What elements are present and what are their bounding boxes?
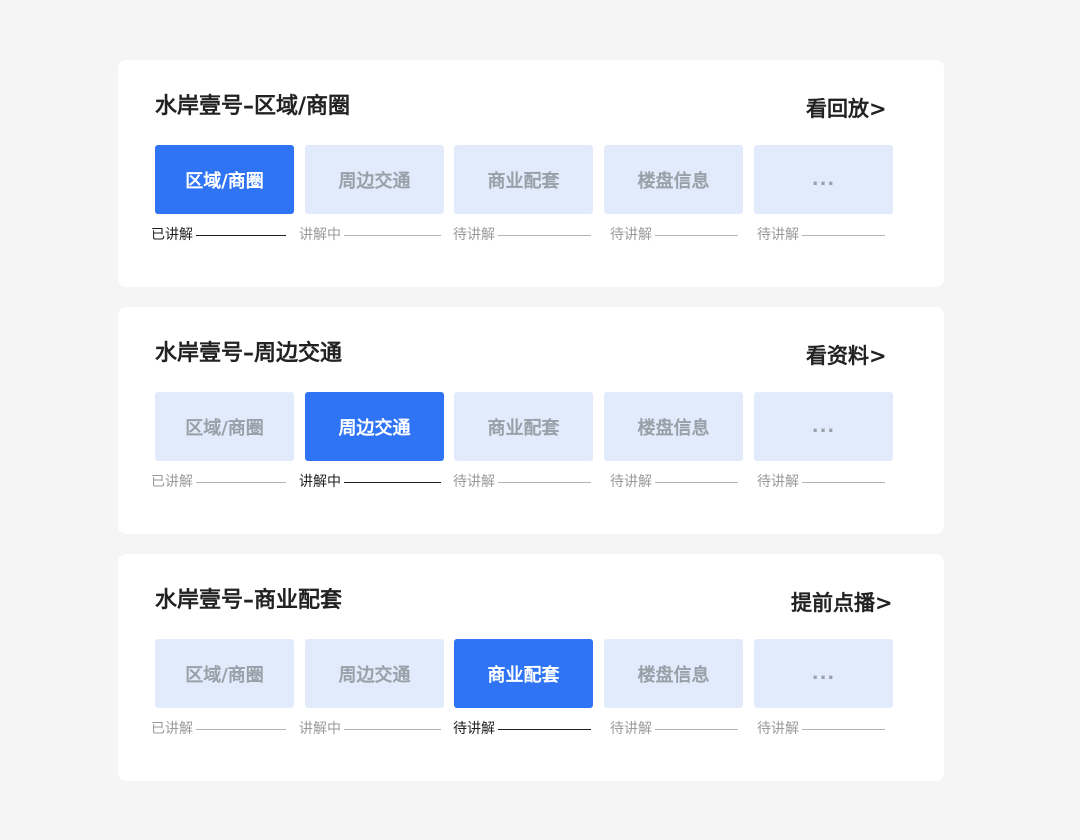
section-title: 水岸壹号–周边交通 [155,341,343,366]
tab-area[interactable]: 区域/商圈 [155,392,294,461]
status-line [655,234,738,236]
replay-link[interactable]: 看回放> [806,94,887,124]
section-card-area: 水岸壹号–区域/商圈 看回放> 区域/商圈 周边交通 商业配套 楼盘信息 ...… [118,60,944,287]
section-card-transport: 水岸壹号–周边交通 看资料> 区域/商圈 周边交通 商业配套 楼盘信息 ... … [118,307,944,534]
tab-label: 商业配套 [487,170,560,192]
tab-commercial[interactable]: 商业配套 [454,392,593,461]
status-item: 待讲解 [453,719,591,739]
status-item: 已讲解 [151,472,286,492]
status-label: 讲解中 [299,721,341,737]
status-label: 待讲解 [610,721,652,737]
tab-label: 楼盘信息 [637,664,710,686]
tab-commercial[interactable]: 商业配套 [454,145,593,214]
status-item: 待讲解 [757,472,885,492]
status-line [196,481,286,483]
tab-transport[interactable]: 周边交通 [305,145,444,214]
status-line [498,481,591,483]
status-item: 待讲解 [757,225,885,245]
tab-commercial[interactable]: 商业配套 [454,639,593,708]
tab-area[interactable]: 区域/商圈 [155,145,294,214]
tab-property-info[interactable]: 楼盘信息 [604,392,743,461]
status-item: 已讲解 [151,719,286,739]
tab-label: ... [811,416,836,437]
status-label: 已讲解 [151,227,193,243]
tab-transport[interactable]: 周边交通 [305,639,444,708]
status-line [802,481,885,483]
tab-property-info[interactable]: 楼盘信息 [604,145,743,214]
tab-label: 周边交通 [338,417,411,439]
status-label: 待讲解 [757,721,799,737]
status-line [344,728,441,730]
tab-label: 商业配套 [487,664,560,686]
status-label: 待讲解 [453,474,495,490]
status-label: 已讲解 [151,721,193,737]
status-item: 讲解中 [299,225,441,245]
tab-more[interactable]: ... [754,145,893,214]
status-line [802,728,885,730]
status-label: 待讲解 [610,227,652,243]
tab-label: 楼盘信息 [637,170,710,192]
status-label: 待讲解 [453,227,495,243]
tab-transport[interactable]: 周边交通 [305,392,444,461]
status-item: 待讲解 [610,719,738,739]
status-line [802,234,885,236]
status-item: 待讲解 [610,225,738,245]
status-line [196,234,286,236]
status-item: 待讲解 [453,225,591,245]
tab-label: ... [811,663,836,684]
status-label: 待讲解 [757,474,799,490]
tab-property-info[interactable]: 楼盘信息 [604,639,743,708]
status-line [655,728,738,730]
status-label: 讲解中 [299,474,341,490]
status-label: 讲解中 [299,227,341,243]
tab-label: 区域/商圈 [185,417,264,439]
tab-more[interactable]: ... [754,639,893,708]
status-line [655,481,738,483]
status-item: 待讲解 [757,719,885,739]
status-item: 已讲解 [151,225,286,245]
status-label: 待讲解 [453,721,495,737]
tab-label: 周边交通 [338,170,411,192]
tab-area[interactable]: 区域/商圈 [155,639,294,708]
status-label: 待讲解 [610,474,652,490]
status-label: 已讲解 [151,474,193,490]
status-line [344,481,441,483]
section-title: 水岸壹号–区域/商圈 [155,94,351,119]
tab-label: 周边交通 [338,664,411,686]
status-item: 讲解中 [299,719,441,739]
status-item: 待讲解 [453,472,591,492]
tab-label: ... [811,169,836,190]
status-item: 讲解中 [299,472,441,492]
on-demand-link[interactable]: 提前点播> [791,588,893,618]
tab-label: 区域/商圈 [185,664,264,686]
status-line [344,234,441,236]
tab-label: 楼盘信息 [637,417,710,439]
status-label: 待讲解 [757,227,799,243]
tab-label: 区域/商圈 [185,170,264,192]
status-line [196,728,286,730]
section-card-commercial: 水岸壹号–商业配套 提前点播> 区域/商圈 周边交通 商业配套 楼盘信息 ...… [118,554,944,781]
materials-link[interactable]: 看资料> [806,341,887,371]
status-line [498,234,591,236]
status-item: 待讲解 [610,472,738,492]
tab-more[interactable]: ... [754,392,893,461]
status-line [498,728,591,730]
section-title: 水岸壹号–商业配套 [155,588,343,613]
tab-label: 商业配套 [487,417,560,439]
